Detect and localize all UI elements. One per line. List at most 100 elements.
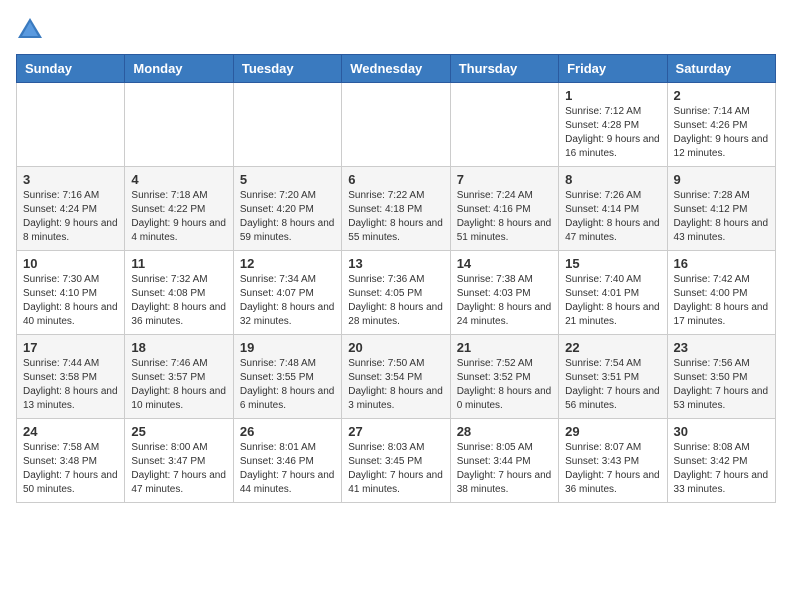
day-number: 1 [565, 88, 660, 103]
day-number: 30 [674, 424, 769, 439]
day-info: Sunrise: 7:40 AM Sunset: 4:01 PM Dayligh… [565, 273, 660, 329]
calendar-cell [17, 83, 125, 167]
day-number: 26 [240, 424, 335, 439]
day-info: Sunrise: 7:38 AM Sunset: 4:03 PM Dayligh… [457, 273, 552, 329]
day-number: 15 [565, 256, 660, 271]
day-number: 29 [565, 424, 660, 439]
calendar-cell: 6Sunrise: 7:22 AM Sunset: 4:18 PM Daylig… [342, 167, 450, 251]
calendar-cell: 2 Sunrise: 7:14 AM Sunset: 4:26 PM Daylig… [667, 83, 775, 167]
day-info: Sunrise: 8:00 AM Sunset: 3:47 PM Dayligh… [131, 441, 226, 497]
day-number: 2 [674, 88, 769, 103]
day-info: Sunrise: 7:58 AM Sunset: 3:48 PM Dayligh… [23, 441, 118, 497]
calendar-cell: 4 Sunrise: 7:18 AM Sunset: 4:22 PM Daylig… [125, 167, 233, 251]
logo-icon [16, 16, 44, 44]
day-info: Sunrise: 7:44 AM Sunset: 3:58 PM Dayligh… [23, 357, 118, 413]
day-info: Sunrise: 7:32 AM Sunset: 4:08 PM Dayligh… [131, 273, 226, 329]
calendar-weekday-header: Thursday [450, 55, 558, 83]
calendar-header-row: SundayMondayTuesdayWednesdayThursdayFrid… [17, 55, 776, 83]
calendar-cell: 28Sunrise: 8:05 AM Sunset: 3:44 PM Dayli… [450, 419, 558, 503]
day-number: 4 [131, 172, 226, 187]
day-number: 7 [457, 172, 552, 187]
calendar-cell: 22 Sunrise: 7:54 AM Sunset: 3:51 PM Dayli… [559, 335, 667, 419]
calendar-cell [342, 83, 450, 167]
calendar-weekday-header: Friday [559, 55, 667, 83]
calendar-table: SundayMondayTuesdayWednesdayThursdayFrid… [16, 54, 776, 503]
day-info: Sunrise: 7:20 AM Sunset: 4:20 PM Dayligh… [240, 189, 335, 245]
calendar-cell [450, 83, 558, 167]
day-info: Sunrise: 8:08 AM Sunset: 3:42 PM Dayligh… [674, 441, 769, 497]
calendar-weekday-header: Monday [125, 55, 233, 83]
day-number: 11 [131, 256, 226, 271]
day-info: Sunrise: 7:12 AM Sunset: 4:28 PM Dayligh… [565, 105, 660, 161]
calendar-cell: 15 Sunrise: 7:40 AM Sunset: 4:01 PM Dayli… [559, 251, 667, 335]
calendar-cell: 14 Sunrise: 7:38 AM Sunset: 4:03 PM Dayli… [450, 251, 558, 335]
calendar-cell: 16Sunrise: 7:42 AM Sunset: 4:00 PM Dayli… [667, 251, 775, 335]
calendar-cell: 19 Sunrise: 7:48 AM Sunset: 3:55 PM Dayli… [233, 335, 341, 419]
calendar-cell: 24 Sunrise: 7:58 AM Sunset: 3:48 PM Dayli… [17, 419, 125, 503]
day-number: 3 [23, 172, 118, 187]
calendar-cell: 10 Sunrise: 7:30 AM Sunset: 4:10 PM Dayli… [17, 251, 125, 335]
calendar-cell: 17 Sunrise: 7:44 AM Sunset: 3:58 PM Dayli… [17, 335, 125, 419]
day-info: Sunrise: 7:36 AM Sunset: 4:05 PM Dayligh… [348, 273, 443, 329]
day-number: 8 [565, 172, 660, 187]
day-info: Sunrise: 7:28 AM Sunset: 4:12 PM Dayligh… [674, 189, 769, 245]
calendar-cell: 21 Sunrise: 7:52 AM Sunset: 3:52 PM Dayli… [450, 335, 558, 419]
calendar-cell [233, 83, 341, 167]
calendar-cell: 13 Sunrise: 7:36 AM Sunset: 4:05 PM Dayli… [342, 251, 450, 335]
day-info: Sunrise: 7:22 AM Sunset: 4:18 PM Dayligh… [348, 189, 443, 245]
day-number: 5 [240, 172, 335, 187]
day-info: Sunrise: 7:18 AM Sunset: 4:22 PM Dayligh… [131, 189, 226, 245]
calendar-cell: 12 Sunrise: 7:34 AM Sunset: 4:07 PM Dayli… [233, 251, 341, 335]
day-info: Sunrise: 7:34 AM Sunset: 4:07 PM Dayligh… [240, 273, 335, 329]
calendar-cell: 27Sunrise: 8:03 AM Sunset: 3:45 PM Dayli… [342, 419, 450, 503]
calendar-cell: 8 Sunrise: 7:26 AM Sunset: 4:14 PM Daylig… [559, 167, 667, 251]
day-number: 18 [131, 340, 226, 355]
calendar-cell: 18 Sunrise: 7:46 AM Sunset: 3:57 PM Dayli… [125, 335, 233, 419]
day-number: 17 [23, 340, 118, 355]
day-info: Sunrise: 7:48 AM Sunset: 3:55 PM Dayligh… [240, 357, 335, 413]
calendar-cell [125, 83, 233, 167]
day-info: Sunrise: 7:16 AM Sunset: 4:24 PM Dayligh… [23, 189, 118, 245]
day-info: Sunrise: 7:46 AM Sunset: 3:57 PM Dayligh… [131, 357, 226, 413]
day-info: Sunrise: 7:30 AM Sunset: 4:10 PM Dayligh… [23, 273, 118, 329]
calendar-cell: 1 Sunrise: 7:12 AM Sunset: 4:28 PM Daylig… [559, 83, 667, 167]
calendar-weekday-header: Saturday [667, 55, 775, 83]
day-info: Sunrise: 8:05 AM Sunset: 3:44 PM Dayligh… [457, 441, 552, 497]
day-number: 12 [240, 256, 335, 271]
calendar-cell: 23 Sunrise: 7:56 AM Sunset: 3:50 PM Dayli… [667, 335, 775, 419]
calendar-cell: 11 Sunrise: 7:32 AM Sunset: 4:08 PM Dayli… [125, 251, 233, 335]
day-number: 27 [348, 424, 443, 439]
day-number: 24 [23, 424, 118, 439]
day-number: 10 [23, 256, 118, 271]
logo [16, 16, 48, 44]
calendar-cell: 9 Sunrise: 7:28 AM Sunset: 4:12 PM Daylig… [667, 167, 775, 251]
day-info: Sunrise: 7:56 AM Sunset: 3:50 PM Dayligh… [674, 357, 769, 413]
day-number: 9 [674, 172, 769, 187]
day-info: Sunrise: 7:54 AM Sunset: 3:51 PM Dayligh… [565, 357, 660, 413]
day-number: 21 [457, 340, 552, 355]
calendar-weekday-header: Sunday [17, 55, 125, 83]
day-number: 14 [457, 256, 552, 271]
calendar-cell: 5 Sunrise: 7:20 AM Sunset: 4:20 PM Daylig… [233, 167, 341, 251]
calendar-week-row: 3 Sunrise: 7:16 AM Sunset: 4:24 PM Daylig… [17, 167, 776, 251]
day-info: Sunrise: 7:52 AM Sunset: 3:52 PM Dayligh… [457, 357, 552, 413]
calendar-weekday-header: Wednesday [342, 55, 450, 83]
calendar-cell: 3 Sunrise: 7:16 AM Sunset: 4:24 PM Daylig… [17, 167, 125, 251]
calendar-week-row: 17 Sunrise: 7:44 AM Sunset: 3:58 PM Dayli… [17, 335, 776, 419]
day-number: 16 [674, 256, 769, 271]
day-number: 22 [565, 340, 660, 355]
day-info: Sunrise: 7:50 AM Sunset: 3:54 PM Dayligh… [348, 357, 443, 413]
calendar-cell: 26Sunrise: 8:01 AM Sunset: 3:46 PM Dayli… [233, 419, 341, 503]
day-number: 25 [131, 424, 226, 439]
calendar-cell: 29 Sunrise: 8:07 AM Sunset: 3:43 PM Dayli… [559, 419, 667, 503]
day-info: Sunrise: 7:14 AM Sunset: 4:26 PM Dayligh… [674, 105, 769, 161]
calendar-week-row: 10 Sunrise: 7:30 AM Sunset: 4:10 PM Dayli… [17, 251, 776, 335]
day-number: 13 [348, 256, 443, 271]
calendar-cell: 7 Sunrise: 7:24 AM Sunset: 4:16 PM Daylig… [450, 167, 558, 251]
day-info: Sunrise: 8:07 AM Sunset: 3:43 PM Dayligh… [565, 441, 660, 497]
day-info: Sunrise: 7:26 AM Sunset: 4:14 PM Dayligh… [565, 189, 660, 245]
day-number: 19 [240, 340, 335, 355]
day-number: 23 [674, 340, 769, 355]
calendar-weekday-header: Tuesday [233, 55, 341, 83]
day-info: Sunrise: 7:24 AM Sunset: 4:16 PM Dayligh… [457, 189, 552, 245]
